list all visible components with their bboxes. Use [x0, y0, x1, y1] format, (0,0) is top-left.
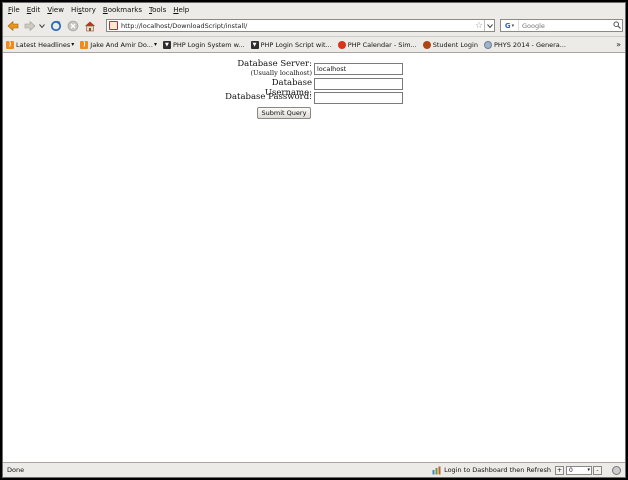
bookmark-student-login[interactable]: Student Login: [422, 40, 478, 49]
decrement-button[interactable]: -: [593, 465, 602, 475]
search-bar: G ▾: [500, 19, 623, 32]
status-text: Done: [7, 466, 25, 474]
history-dropdown-button[interactable]: [38, 19, 46, 33]
forward-button[interactable]: [23, 19, 37, 33]
database-server-input[interactable]: [314, 63, 403, 75]
stop-icon: [67, 20, 79, 32]
server-label-group: Database Server: (Usually localhost): [228, 59, 312, 77]
menu-view[interactable]: View: [45, 6, 69, 14]
chevron-down-icon: ▾: [71, 41, 75, 48]
rss-feed-icon: ): [6, 40, 14, 49]
menu-help[interactable]: Help: [171, 6, 194, 14]
home-icon: [85, 21, 95, 32]
password-row: Database Password:: [222, 92, 403, 104]
back-arrow-icon: [7, 20, 19, 32]
site-badge-icon: ▼: [162, 40, 171, 49]
menu-bar: File Edit View History Bookmarks Tools H…: [3, 3, 625, 16]
server-sublabel: (Usually localhost): [250, 69, 312, 77]
password-label: Database Password:: [225, 92, 312, 102]
browser-window: File Edit View History Bookmarks Tools H…: [2, 2, 626, 478]
menu-bookmarks[interactable]: Bookmarks: [101, 6, 147, 14]
menu-edit[interactable]: Edit: [25, 6, 46, 14]
bookmark-php-login-system[interactable]: ▼ PHP Login System w...: [162, 40, 245, 49]
globe-icon: [483, 40, 492, 49]
submit-query-button[interactable]: Submit Query: [257, 107, 311, 119]
bookmark-php-login-script[interactable]: ▼ PHP Login Script wit...: [250, 40, 332, 49]
server-row: Database Server: (Usually localhost): [228, 59, 403, 77]
server-label: Database Server:: [237, 59, 312, 69]
search-go-icon[interactable]: [611, 20, 622, 31]
database-password-input[interactable]: [314, 92, 403, 104]
page-content: Database Server: (Usually localhost) Dat…: [3, 53, 625, 462]
bookmark-php-calendar[interactable]: PHP Calendar - Sim...: [337, 40, 417, 49]
bookmark-latest-headlines[interactable]: ) Latest Headlines ▾: [6, 40, 75, 49]
url-dropdown-button[interactable]: [484, 20, 494, 31]
bookmark-star-icon[interactable]: ☆: [474, 21, 484, 31]
rss-feed-icon: ): [80, 40, 89, 49]
bookmarks-overflow-button[interactable]: »: [616, 40, 621, 49]
home-button[interactable]: [83, 19, 97, 33]
url-bar[interactable]: http://localhost/DownloadScript/install/…: [106, 19, 495, 32]
stop-button[interactable]: [66, 19, 80, 33]
status-right-group: Login to Dashboard then Refresh + 0 ▾ -: [432, 464, 621, 476]
magnifier-icon: [612, 20, 621, 29]
chevron-down-icon: ▾: [587, 467, 590, 473]
status-bar: Done Login to Dashboard then Refresh + 0…: [3, 462, 625, 477]
stepper-value[interactable]: 0 ▾: [566, 465, 592, 475]
dashboard-refresh-link[interactable]: Login to Dashboard then Refresh: [444, 466, 551, 474]
url-text: http://localhost/DownloadScript/install/: [121, 21, 248, 30]
site-badge-icon: ▼: [250, 40, 259, 49]
dashboard-icon: [432, 466, 441, 474]
increment-button[interactable]: +: [555, 465, 564, 475]
reload-icon: [50, 20, 62, 32]
navigation-toolbar: http://localhost/DownloadScript/install/…: [3, 16, 625, 36]
bookmarks-toolbar: ) Latest Headlines ▾ ) Jake And Amir Do.…: [3, 36, 625, 53]
bookmark-phys-2014[interactable]: PHYS 2014 - Genera...: [483, 40, 566, 49]
chevron-down-icon: [39, 24, 45, 29]
reload-button[interactable]: [49, 19, 63, 33]
menu-tools[interactable]: Tools: [147, 6, 171, 14]
bookmark-jake-and-amir[interactable]: ) Jake And Amir Do... ▾: [80, 40, 157, 49]
search-input[interactable]: [519, 20, 611, 31]
database-username-input[interactable]: [314, 78, 403, 90]
back-button[interactable]: [6, 19, 20, 33]
gear-icon[interactable]: [612, 465, 621, 475]
red-ball-icon: [337, 40, 346, 49]
chevron-down-icon: ▾: [153, 41, 157, 48]
brown-ball-icon: [422, 40, 431, 49]
forward-arrow-icon: [24, 20, 36, 32]
menu-history[interactable]: History: [69, 6, 101, 14]
chevron-down-icon: [486, 23, 493, 28]
page-favicon-icon: [109, 21, 118, 30]
google-g-icon[interactable]: G ▾: [501, 20, 519, 31]
menu-file[interactable]: File: [6, 6, 25, 14]
